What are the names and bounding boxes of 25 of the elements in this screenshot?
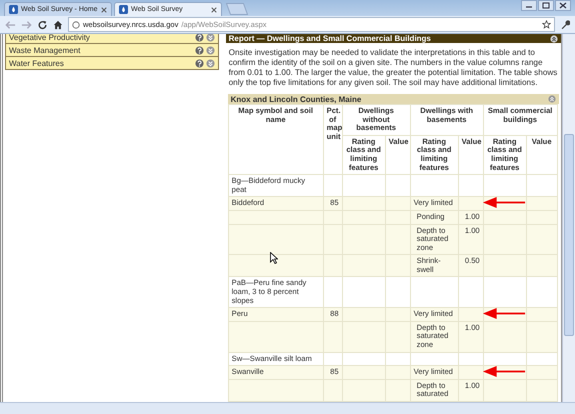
area-title: Knox and Lincoln Counties, Maine [230, 94, 362, 104]
horizontal-scrollbar[interactable] [0, 402, 575, 414]
help-icon[interactable] [194, 46, 204, 54]
restore-icon[interactable] [538, 0, 554, 11]
home-icon[interactable] [53, 20, 63, 30]
vertical-scrollbar[interactable] [562, 34, 575, 402]
expand-icon[interactable] [206, 34, 215, 42]
reload-icon[interactable] [37, 20, 48, 30]
close-icon[interactable] [211, 6, 217, 12]
help-icon[interactable] [194, 58, 204, 68]
intro-paragraph: Onsite investigation may be needed to validate the interpretations in this table and to confirm the identity of the soil on a given site. The numbers in the value columns range from 0.01 to 1.00. The larger the value, the greater the potential limitation. The table shows only the top five limitations for any given soil. The soil may have additional limitations. [228, 48, 558, 88]
sidebar-item[interactable]: Waste Management [5, 44, 219, 57]
help-icon[interactable] [194, 34, 204, 42]
minimize-icon[interactable] [521, 0, 537, 11]
close-icon[interactable] [555, 0, 571, 11]
sidebar-item[interactable]: Water Features [5, 57, 219, 70]
close-icon[interactable] [101, 6, 107, 12]
mouse-pointer-icon [270, 252, 278, 264]
expand-icon[interactable] [206, 46, 215, 54]
collapse-icon[interactable] [550, 34, 558, 43]
expand-icon[interactable] [206, 58, 215, 68]
page-icon [72, 20, 80, 28]
report-title: Report — Dwellings and Small Commercial Buildings [228, 34, 432, 44]
star-icon[interactable] [542, 20, 551, 29]
sidebar-item[interactable]: Vegetative Productivity [5, 34, 219, 44]
